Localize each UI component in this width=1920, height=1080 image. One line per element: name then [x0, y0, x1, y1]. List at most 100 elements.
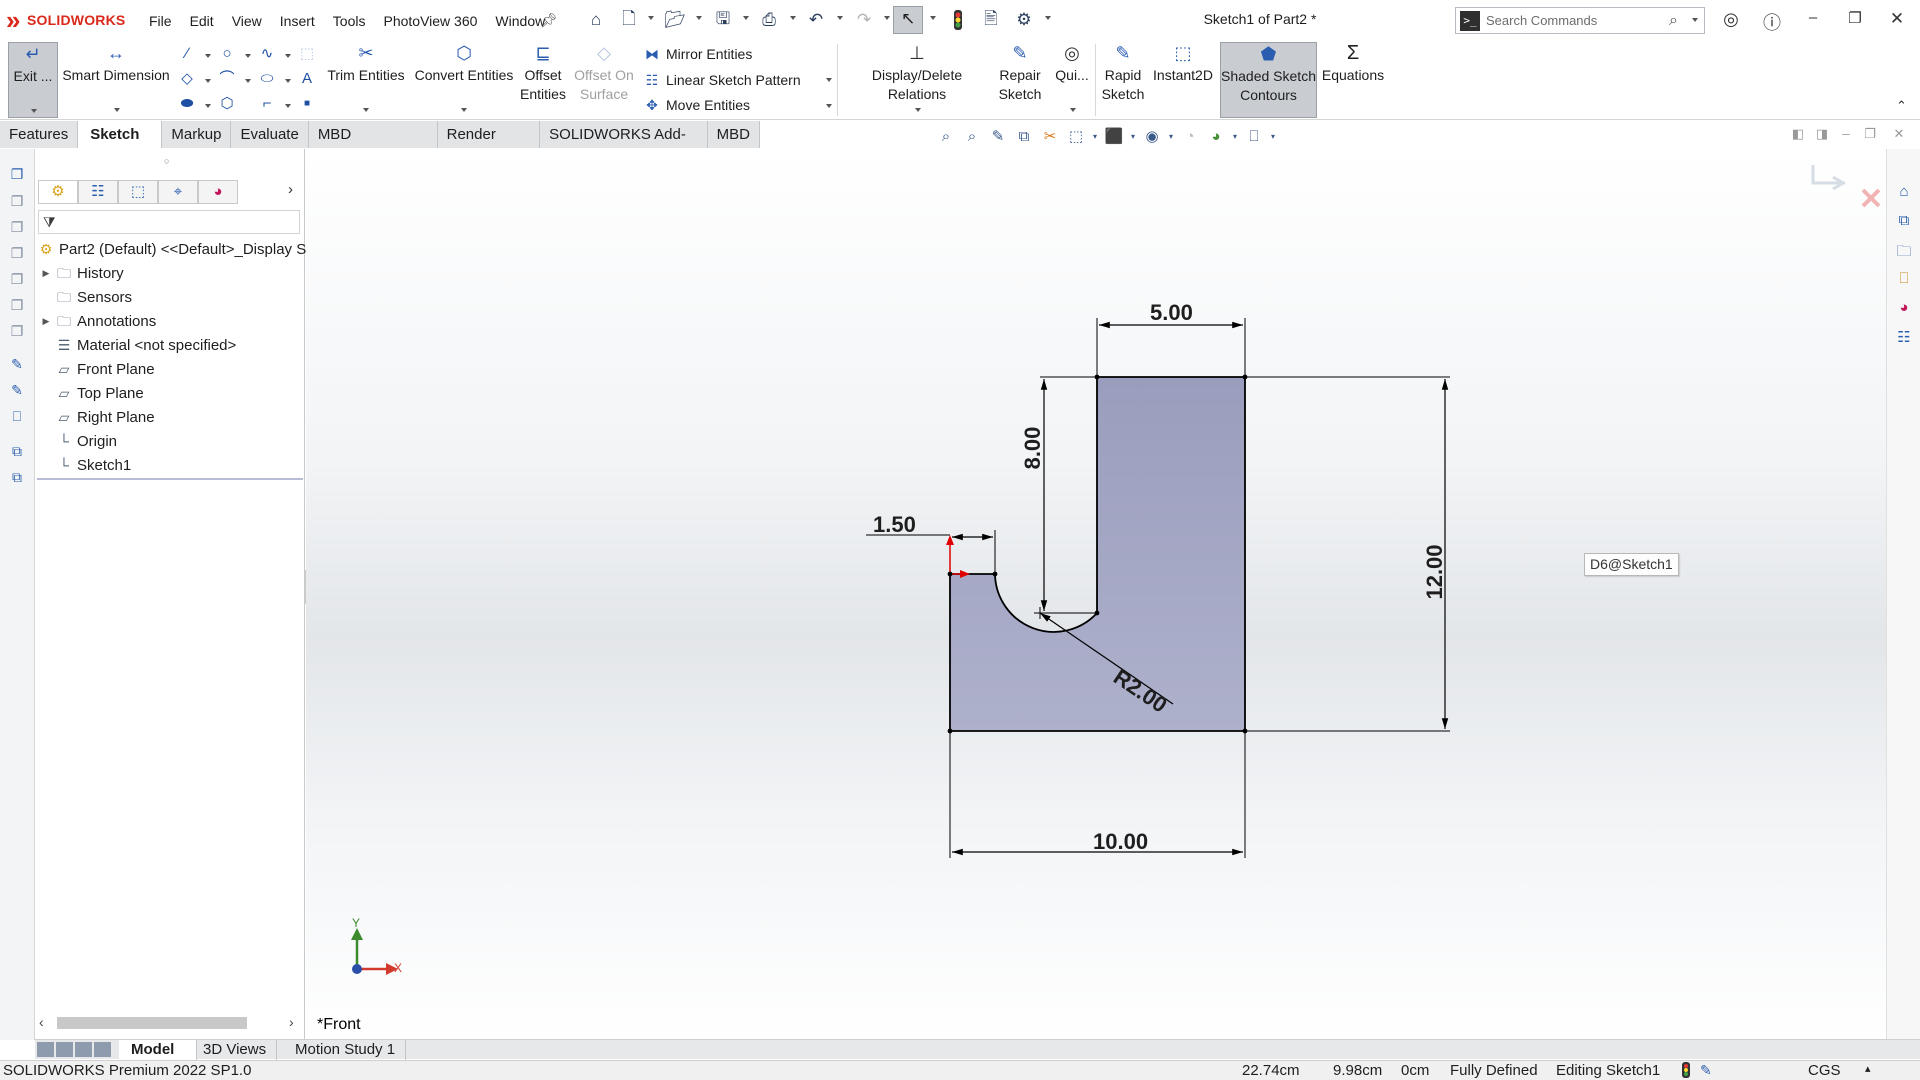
display-manager-tab-icon[interactable]: ◕: [198, 180, 238, 204]
tree-item-material[interactable]: ☰ Material <not specified>: [41, 334, 237, 356]
viewport-minimize-icon[interactable]: –: [1835, 126, 1857, 146]
menu-insert[interactable]: Insert: [271, 10, 324, 32]
polygon-tool-icon[interactable]: ⬡: [218, 95, 236, 113]
tab-sketch[interactable]: Sketch: [78, 121, 163, 148]
view-icon[interactable]: ❐: [8, 323, 26, 341]
open-document-icon[interactable]: 📂︎: [664, 9, 686, 31]
save-dropdown-icon[interactable]: [743, 16, 749, 20]
tree-item-right-plane[interactable]: ▱ Right Plane: [41, 406, 155, 428]
smart-dimension-dropdown-icon[interactable]: [114, 108, 120, 112]
scroll-right-icon[interactable]: ›: [289, 1014, 294, 1030]
sketch-status-icon[interactable]: ✎: [1700, 1062, 1712, 1079]
sketch-edit-icon[interactable]: ✎: [8, 382, 26, 400]
trim-dropdown-icon[interactable]: [363, 108, 369, 112]
hide-show-items-icon[interactable]: ◉: [1141, 127, 1163, 145]
viewport-close-icon[interactable]: ✕: [1888, 126, 1910, 146]
menu-edit[interactable]: Edit: [181, 10, 223, 32]
menu-file[interactable]: File: [140, 10, 181, 32]
view-icon[interactable]: ❐: [8, 219, 26, 237]
spline-tool-icon[interactable]: ∿: [258, 45, 276, 63]
view-icon[interactable]: ❐: [8, 297, 26, 315]
view-settings-icon[interactable]: ⎕: [1243, 128, 1265, 145]
file-explorer-icon[interactable]: 🗀: [1894, 241, 1914, 261]
display-style-icon[interactable]: ⬛: [1103, 127, 1125, 145]
undo-icon[interactable]: ↶: [805, 9, 827, 31]
undo-dropdown-icon[interactable]: [837, 16, 843, 20]
expand-arrow-icon[interactable]: ▶: [41, 268, 51, 279]
scroll-thumb[interactable]: [57, 1017, 247, 1029]
search-dropdown-icon[interactable]: [1692, 18, 1698, 22]
first-tab-icon[interactable]: [37, 1042, 54, 1057]
minimize-icon[interactable]: –: [1798, 9, 1828, 31]
tab-mbd[interactable]: MBD: [707, 121, 760, 148]
linear-pattern-dropdown-icon[interactable]: [826, 78, 832, 82]
new-dropdown-icon[interactable]: [648, 16, 654, 20]
layers-icon[interactable]: ⧉: [8, 443, 26, 461]
sketch-picture-icon[interactable]: ⬚: [298, 45, 316, 63]
tab-render-tools[interactable]: Render Tools: [437, 121, 541, 170]
dim-text-width[interactable]: 10.00: [1093, 829, 1148, 855]
point-tool-icon[interactable]: ■: [298, 95, 316, 113]
view-settings-dropdown-icon[interactable]: ▾: [1269, 132, 1277, 141]
file-properties-icon[interactable]: 🖹: [980, 9, 1002, 31]
viewport-restore-icon[interactable]: ❐: [1859, 126, 1881, 146]
relations-dropdown-icon[interactable]: [915, 108, 921, 112]
view-icon[interactable]: ❐: [8, 193, 26, 211]
save-icon[interactable]: 🖫: [712, 9, 734, 31]
tab-mbd-dimensions[interactable]: MBD Dimensions: [308, 121, 438, 170]
options-gear-icon[interactable]: ⚙: [1013, 9, 1035, 31]
dynamic-annotation-icon[interactable]: ✂: [1039, 127, 1061, 145]
panel-grip-icon[interactable]: ○: [164, 156, 169, 166]
open-dropdown-icon[interactable]: [696, 16, 702, 20]
unit-system[interactable]: CGS: [1808, 1062, 1841, 1079]
tree-item-annotations[interactable]: ▶ 🗀 Annotations: [41, 310, 157, 332]
tree-item-top-plane[interactable]: ▱ Top Plane: [41, 382, 144, 404]
restore-icon[interactable]: ❐: [1840, 9, 1870, 31]
new-document-icon[interactable]: 🗋: [618, 9, 640, 31]
scroll-left-icon[interactable]: ‹: [39, 1014, 44, 1030]
rebuild-icon[interactable]: [947, 9, 969, 31]
feature-tree-tab-icon[interactable]: ⚙: [38, 180, 78, 204]
rapid-sketch-button[interactable]: ✎ Rapid Sketch: [1098, 42, 1148, 118]
tile-right-icon[interactable]: ◨: [1811, 126, 1833, 146]
mirror-entities-button[interactable]: ⧓ Mirror Entities: [644, 43, 752, 65]
circle-tool-icon[interactable]: ○: [218, 45, 236, 63]
dim-text-top-width[interactable]: 5.00: [1150, 300, 1193, 326]
home-icon[interactable]: ⌂: [585, 9, 607, 31]
redo-icon[interactable]: ↷: [853, 9, 875, 31]
tree-root-part[interactable]: ⚙ Part2 (Default) <<Default>_Display S: [37, 238, 307, 260]
next-tab-icon[interactable]: [75, 1042, 92, 1057]
feature-manager-icon[interactable]: ❐: [8, 166, 26, 184]
repair-sketch-button[interactable]: ✎ Repair Sketch: [996, 42, 1044, 118]
property-manager-tab-icon[interactable]: ☷: [78, 180, 118, 204]
tree-item-sketch1[interactable]: └ Sketch1: [41, 454, 131, 476]
expand-panel-icon[interactable]: ›: [288, 181, 293, 198]
view-icon[interactable]: ❐: [8, 245, 26, 263]
menu-view[interactable]: View: [223, 10, 271, 32]
tree-item-front-plane[interactable]: ▱ Front Plane: [41, 358, 155, 380]
shaded-sketch-contours-button[interactable]: ⬟ Shaded Sketch Contours: [1220, 42, 1317, 118]
arc-tool-icon[interactable]: ⌒: [218, 70, 236, 88]
tab-features[interactable]: Features: [0, 121, 79, 148]
instant2d-button[interactable]: ⬚ Instant2D: [1150, 42, 1216, 118]
menu-tools[interactable]: Tools: [324, 10, 375, 32]
solidworks-resources-icon[interactable]: ⌂: [1894, 183, 1914, 203]
dim-text-height[interactable]: 12.00: [1422, 542, 1448, 602]
custom-properties-icon[interactable]: ☷: [1894, 328, 1914, 348]
quick-snaps-dropdown-icon[interactable]: [1070, 108, 1076, 112]
fillet-dropdown-icon[interactable]: [285, 104, 291, 108]
convert-dropdown-icon[interactable]: [461, 108, 467, 112]
design-library-icon[interactable]: ⧉: [1894, 212, 1914, 232]
search-commands-box[interactable]: >_ ⌕: [1455, 7, 1705, 34]
help-icon[interactable]: ⓘ: [1757, 9, 1787, 33]
arc-dropdown-icon[interactable]: [245, 79, 251, 83]
display-icon[interactable]: ⎕: [8, 408, 26, 426]
select-dropdown-icon[interactable]: [930, 16, 936, 20]
display-style-dropdown-icon[interactable]: ▾: [1129, 132, 1137, 141]
smart-dimension-button[interactable]: ↔ Smart Dimension: [62, 42, 170, 118]
zoom-to-area-icon[interactable]: ⌕: [961, 128, 983, 145]
convert-entities-button[interactable]: ⬡ Convert Entities: [412, 42, 516, 118]
close-icon[interactable]: ✕: [1882, 9, 1912, 31]
move-entities-button[interactable]: ✥ Move Entities: [644, 94, 750, 116]
tab-evaluate[interactable]: Evaluate: [231, 121, 309, 148]
